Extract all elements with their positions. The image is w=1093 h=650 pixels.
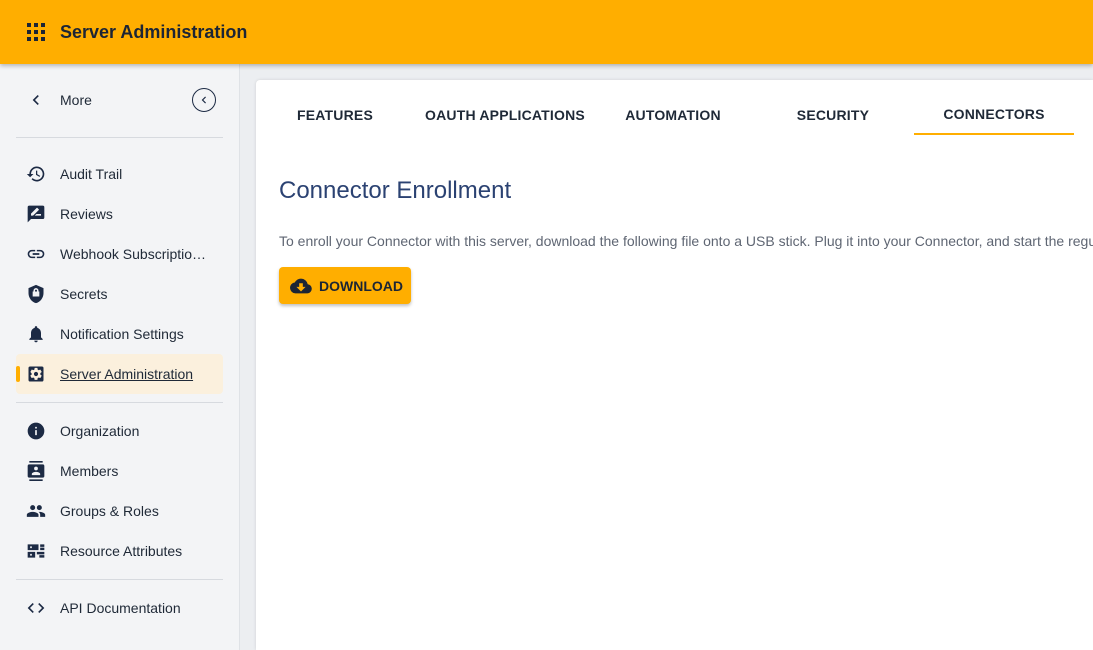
history-icon <box>26 164 46 184</box>
link-icon <box>26 244 46 264</box>
sidebar-item-api-documentation[interactable]: API Documentation <box>16 588 223 628</box>
sidebar-item-organization[interactable]: Organization <box>16 411 223 451</box>
sidebar-item-server-administration[interactable]: Server Administration <box>16 354 223 394</box>
tab-features[interactable]: FEATURES <box>270 94 400 135</box>
page-title: Connector Enrollment <box>279 177 512 204</box>
collapse-sidebar-button[interactable] <box>192 88 216 112</box>
sidebar-item-label: Members <box>60 463 119 479</box>
top-app-bar: Server Administration <box>0 0 1093 64</box>
divider <box>16 137 223 138</box>
dns-attribute-icon <box>26 541 46 561</box>
tab-security[interactable]: SECURITY <box>768 94 898 135</box>
sidebar-item-label: Webhook Subscriptio… <box>60 246 207 262</box>
shield-lock-icon <box>26 284 46 304</box>
download-button[interactable]: DOWNLOAD <box>279 267 411 304</box>
sidebar-item-audit-trail[interactable]: Audit Trail <box>16 154 223 194</box>
sidebar-item-notification-settings[interactable]: Notification Settings <box>16 314 223 354</box>
contact-icon <box>26 461 46 481</box>
divider <box>16 579 223 580</box>
sidebar-item-label: Groups & Roles <box>60 503 159 519</box>
active-indicator <box>16 366 20 382</box>
settings-box-icon <box>26 364 46 384</box>
sidebar-item-secrets[interactable]: Secrets <box>16 274 223 314</box>
sidebar-item-label: Secrets <box>60 286 108 302</box>
app-title: Server Administration <box>60 21 248 42</box>
rate-review-icon <box>26 204 46 224</box>
sidebar-item-reviews[interactable]: Reviews <box>16 194 223 234</box>
bell-icon <box>26 324 46 344</box>
sidebar-item-label: Server Administration <box>60 366 194 382</box>
tab-connectors[interactable]: CONNECTORS <box>914 94 1074 135</box>
sidebar-item-webhook-subscriptions[interactable]: Webhook Subscriptio… <box>16 234 223 274</box>
sidebar-item-groups-roles[interactable]: Groups & Roles <box>16 491 223 531</box>
sidebar-item-label: Notification Settings <box>60 326 184 342</box>
sidebar-item-resource-attributes[interactable]: Resource Attributes <box>16 531 223 571</box>
sidebar-item-label: Organization <box>60 423 140 439</box>
info-icon <box>26 421 46 441</box>
cloud-download-icon <box>290 278 312 293</box>
sidebar-more-label: More <box>60 92 92 108</box>
sidebar-item-label: Reviews <box>60 206 113 222</box>
sidebar: More Audit Trail Reviews Webhook Subscri… <box>0 64 240 650</box>
people-icon <box>26 501 46 521</box>
sidebar-item-label: Resource Attributes <box>60 543 183 559</box>
enrollment-description: To enroll your Connector with this serve… <box>279 233 1093 249</box>
tab-automation[interactable]: AUTOMATION <box>613 94 733 135</box>
chevron-left-icon <box>26 90 46 110</box>
apps-grid-icon[interactable] <box>27 23 45 41</box>
chevron-left-circle-icon <box>201 96 206 104</box>
main-panel: FEATURES OAUTH APPLICATIONS AUTOMATION S… <box>256 80 1093 650</box>
sidebar-item-label: API Documentation <box>60 600 181 616</box>
sidebar-item-label: Audit Trail <box>60 166 123 182</box>
download-button-label: DOWNLOAD <box>319 277 403 294</box>
tab-oauth-applications[interactable]: OAUTH APPLICATIONS <box>425 94 585 135</box>
divider <box>16 402 223 403</box>
code-icon <box>26 598 46 618</box>
sidebar-item-members[interactable]: Members <box>16 451 223 491</box>
